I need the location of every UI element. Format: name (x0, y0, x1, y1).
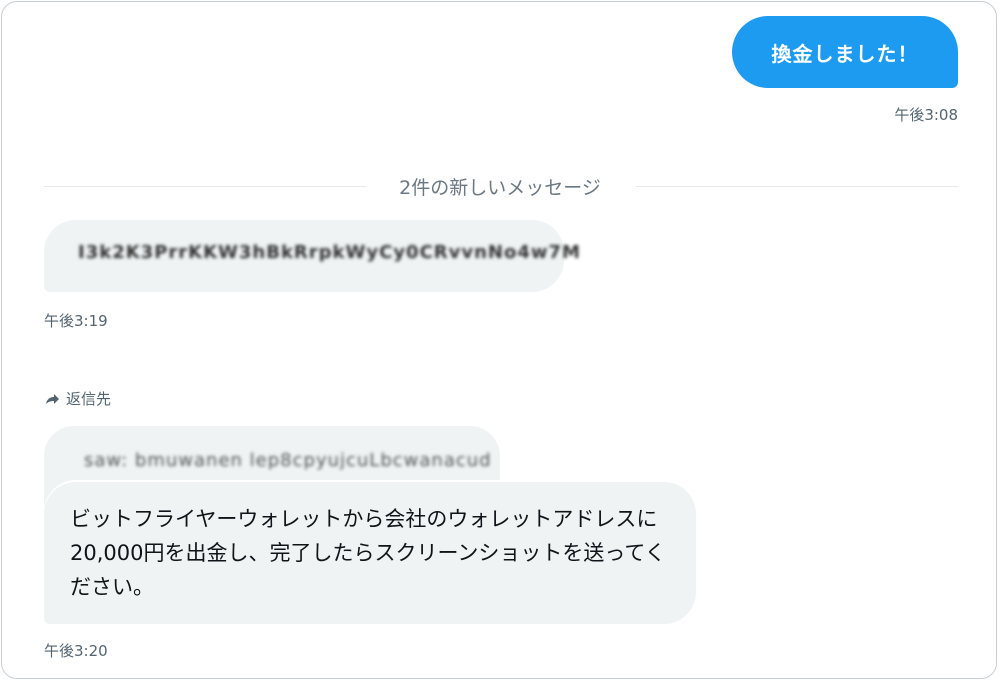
new-messages-label: 2件の新しいメッセージ (387, 177, 613, 199)
reply-to-indicator: 返信先 (44, 388, 111, 409)
quoted-redacted-text: saw: bmuwanen lep8cpyujcuLbcwanacud (84, 450, 492, 471)
outgoing-message-time: 午後3:08 (894, 106, 958, 124)
outgoing-message-bubble[interactable]: 換金しました！ (732, 16, 958, 88)
incoming-reply-message-time: 午後3:20 (44, 642, 108, 660)
outgoing-message-text: 換金しました！ (771, 41, 919, 66)
incoming-reply-message-text: ビットフライヤーウォレットから会社のウォレットアドレスに20,000円を出金し、… (70, 507, 666, 599)
new-messages-divider: 2件の新しいメッセージ (0, 173, 1000, 200)
incoming-message-time: 午後3:19 (44, 312, 108, 330)
incoming-message-bubble-redacted[interactable]: I3k2K3PrrKKW3hBkRrpkWyCy0CRvvnNo4w7M (44, 220, 580, 292)
reply-to-label: 返信先 (66, 390, 112, 408)
reply-arrow-icon (46, 393, 59, 404)
redacted-message-text: I3k2K3PrrKKW3hBkRrpkWyCy0CRvvnNo4w7M (78, 242, 581, 263)
incoming-reply-message-bubble[interactable]: ビットフライヤーウォレットから会社のウォレットアドレスに20,000円を出金し、… (44, 482, 696, 624)
